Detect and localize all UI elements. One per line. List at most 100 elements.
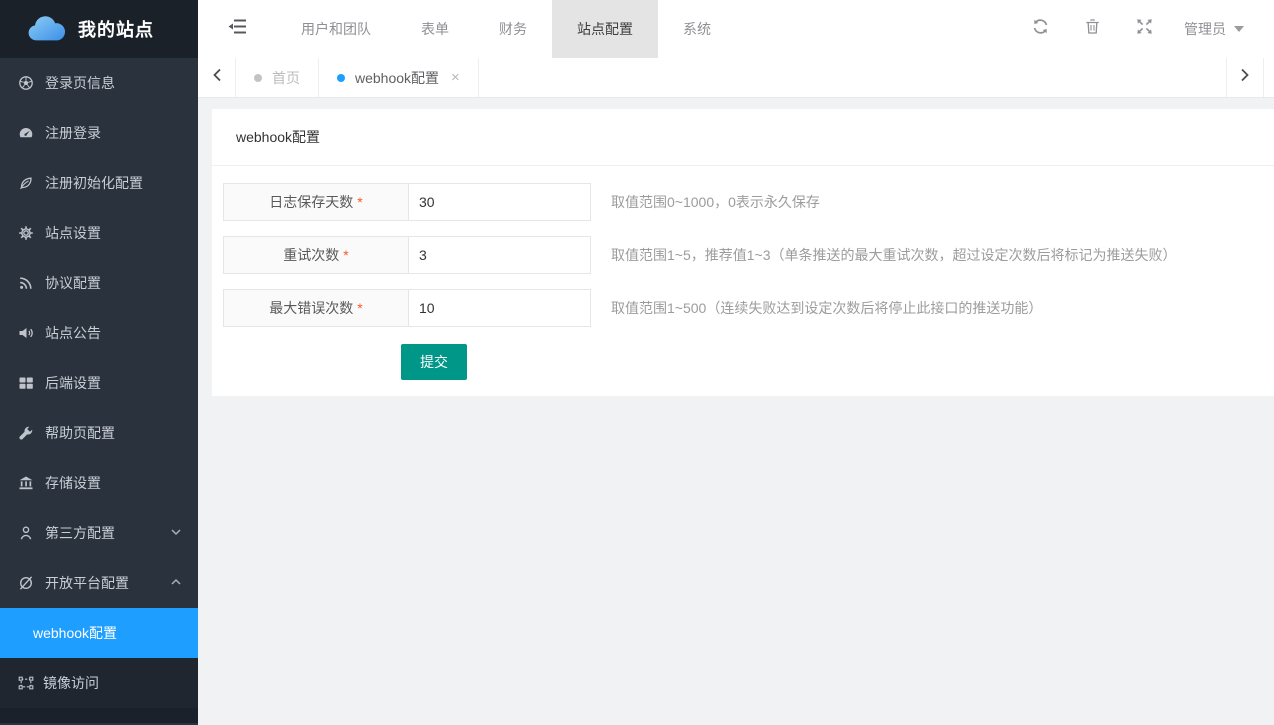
- fullscreen-button[interactable]: [1118, 0, 1170, 58]
- globe-icon: [18, 75, 34, 91]
- sidebar-item-label: 站点设置: [45, 223, 101, 243]
- sidebar-item-login-page-info[interactable]: 登录页信息: [0, 58, 198, 108]
- cloud-logo-icon: [26, 16, 66, 43]
- retry-count-input[interactable]: [409, 236, 591, 274]
- top-header: 用户和团队 表单 财务 站点配置 系统: [198, 0, 1274, 58]
- sidebar-item-register-login[interactable]: 注册登录: [0, 108, 198, 158]
- submit-button[interactable]: 提交: [401, 344, 467, 380]
- chevron-down-icon: [169, 525, 183, 539]
- top-nav-site-config[interactable]: 站点配置: [552, 0, 658, 58]
- form-row-log-retention: 日志保存天数* 取值范围0~1000，0表示永久保存: [223, 183, 1259, 221]
- chevron-up-icon: [169, 575, 183, 589]
- sidebar-item-label: 存储设置: [45, 473, 101, 493]
- tab-close-icon[interactable]: ×: [451, 70, 460, 85]
- user-name: 管理员: [1184, 19, 1226, 39]
- sidebar-item-site-settings[interactable]: 站点设置: [0, 208, 198, 258]
- top-nav-users-teams[interactable]: 用户和团队: [276, 0, 396, 58]
- chevron-left-icon: [211, 68, 223, 87]
- top-nav-forms[interactable]: 表单: [396, 0, 474, 58]
- log-retention-input[interactable]: [409, 183, 591, 221]
- form-row-retry-count: 重试次数* 取值范围1~5，推荐值1~3（单条推送的最大重试次数，超过设定次数后…: [223, 236, 1259, 274]
- field-label-max-error-count: 最大错误次数*: [223, 289, 409, 327]
- tab-home[interactable]: 首页: [236, 58, 319, 97]
- trash-icon: [1084, 18, 1101, 40]
- sidebar-item-label: 协议配置: [45, 273, 101, 293]
- sidebar-item-third-party-config[interactable]: 第三方配置: [0, 508, 198, 558]
- sidebar-item-label: 站点公告: [45, 323, 101, 343]
- speaker-icon: [18, 325, 34, 341]
- page-tabbar: 首页 webhook配置 ×: [198, 58, 1274, 98]
- label-text: 最大错误次数: [269, 298, 353, 318]
- field-hint-log-retention: 取值范围0~1000，0表示永久保存: [611, 183, 820, 221]
- field-hint-retry-count: 取值范围1~5，推荐值1~3（单条推送的最大重试次数，超过设定次数后将标记为推送…: [611, 236, 1177, 274]
- refresh-button[interactable]: [1014, 0, 1066, 58]
- menu-fold-icon: [228, 18, 247, 40]
- sidebar-item-label: 镜像访问: [43, 673, 99, 693]
- brand-title: 我的站点: [78, 16, 154, 42]
- sidebar-item-label: 第三方配置: [45, 523, 115, 543]
- sidebar-item-mirror-access[interactable]: 镜像访问: [0, 658, 198, 708]
- tab-label: 首页: [272, 68, 300, 88]
- mirror-icon: [18, 675, 34, 691]
- sidebar-item-label: 登录页信息: [45, 73, 115, 93]
- sidebar-fold-button[interactable]: [198, 0, 276, 58]
- sidebar-submenu: webhook配置 镜像访问: [0, 608, 198, 723]
- sidebar-item-label: 开放平台配置: [45, 573, 129, 593]
- wrench-icon: [18, 425, 34, 441]
- sidebar-item-label: 帮助页配置: [45, 423, 115, 443]
- header-actions: 管理员: [1014, 0, 1274, 58]
- field-label-retry-count: 重试次数*: [223, 236, 409, 274]
- dashboard-icon: [18, 125, 34, 141]
- form-row-max-error-count: 最大错误次数* 取值范围1~500（连续失败达到设定次数后将停止此接口的推送功能…: [223, 289, 1259, 327]
- rss-icon: [18, 275, 34, 291]
- webhook-config-card: webhook配置 日志保存天数* 取值范围0~1000，0表示永久保存 重试次…: [212, 109, 1274, 396]
- label-text: 日志保存天数: [269, 192, 353, 212]
- field-label-log-retention: 日志保存天数*: [223, 183, 409, 221]
- sidebar-menu: 登录页信息 注册登录 注册初始化配置: [0, 58, 198, 723]
- circle-slash-icon: [18, 575, 34, 591]
- sidebar-item-protocol-config[interactable]: 协议配置: [0, 258, 198, 308]
- sidebar-submenu-footer: [0, 708, 198, 723]
- clear-cache-button[interactable]: [1066, 0, 1118, 58]
- tab-label: webhook配置: [355, 68, 439, 88]
- max-error-count-input[interactable]: [409, 289, 591, 327]
- field-hint-max-error-count: 取值范围1~500（连续失败达到设定次数后将停止此接口的推送功能）: [611, 289, 1042, 327]
- top-nav: 用户和团队 表单 财务 站点配置 系统: [276, 0, 736, 58]
- sidebar-item-webhook-config[interactable]: webhook配置: [0, 608, 198, 658]
- chevron-right-icon: [1239, 68, 1251, 87]
- sidebar: 我的站点 登录页信息 注册登录 注册: [0, 0, 198, 725]
- label-text: 重试次数: [283, 245, 339, 265]
- refresh-icon: [1032, 18, 1049, 40]
- user-menu[interactable]: 管理员: [1170, 0, 1274, 58]
- sidebar-item-site-announcement[interactable]: 站点公告: [0, 308, 198, 358]
- card-title: webhook配置: [212, 109, 1274, 166]
- tabs-scroll-left-button[interactable]: [198, 58, 236, 97]
- sidebar-item-label: 注册登录: [45, 123, 101, 143]
- tabbar-right-pad: [1264, 58, 1274, 97]
- quill-icon: [18, 175, 34, 191]
- sidebar-item-storage-settings[interactable]: 存储设置: [0, 458, 198, 508]
- webhook-config-form: 日志保存天数* 取值范围0~1000，0表示永久保存 重试次数* 取值范围1~5…: [212, 166, 1274, 380]
- brand-logo[interactable]: 我的站点: [0, 0, 198, 58]
- sidebar-item-label: 后端设置: [45, 373, 101, 393]
- bank-icon: [18, 475, 34, 491]
- sidebar-item-register-init-config[interactable]: 注册初始化配置: [0, 158, 198, 208]
- top-nav-finance[interactable]: 财务: [474, 0, 552, 58]
- tabs-scroll-right-button[interactable]: [1226, 58, 1264, 97]
- tab-status-dot: [337, 74, 345, 82]
- tab-webhook-config[interactable]: webhook配置 ×: [319, 58, 479, 97]
- tab-status-dot: [254, 74, 262, 82]
- top-nav-system[interactable]: 系统: [658, 0, 736, 58]
- sidebar-item-open-platform-config[interactable]: 开放平台配置: [0, 558, 198, 608]
- chevron-down-icon: [1234, 26, 1244, 32]
- sidebar-item-backend-settings[interactable]: 后端设置: [0, 358, 198, 408]
- main-content: webhook配置 日志保存天数* 取值范围0~1000，0表示永久保存 重试次…: [198, 99, 1274, 725]
- required-asterisk: *: [343, 247, 348, 263]
- required-asterisk: *: [357, 300, 362, 316]
- user-icon: [18, 525, 34, 541]
- sidebar-item-label: 注册初始化配置: [45, 173, 143, 193]
- fullscreen-icon: [1136, 18, 1153, 40]
- sidebar-item-help-page-config[interactable]: 帮助页配置: [0, 408, 198, 458]
- sidebar-item-label: webhook配置: [33, 623, 117, 643]
- gear-icon: [18, 225, 34, 241]
